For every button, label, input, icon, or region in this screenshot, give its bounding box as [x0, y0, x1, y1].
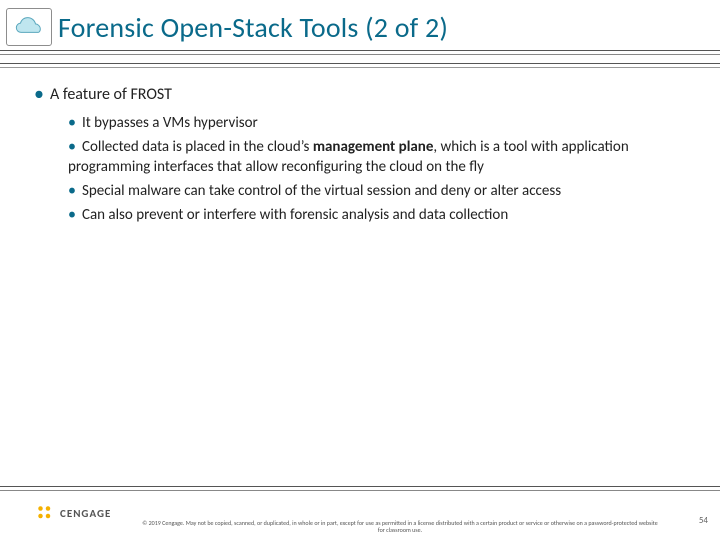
bullet-glyph: • — [34, 82, 44, 106]
brand-mark-icon — [36, 504, 54, 522]
slide-footer: CENGAGE © 2019 Cengage. May not be copie… — [0, 486, 720, 540]
item-text: It bypasses a VMs hypervisor — [82, 114, 258, 132]
brand-text: CENGAGE — [60, 507, 111, 520]
bullet-level2: • Can also prevent or interfere with fore… — [68, 205, 692, 225]
bullet-glyph: • — [68, 113, 76, 132]
bullet-level1: • A feature of FROST — [34, 81, 692, 107]
slide-header: Forensic Open-Stack Tools (2 of 2) — [0, 0, 720, 49]
header-rule-4 — [0, 67, 720, 68]
slide-title: Forensic Open-Stack Tools (2 of 2) — [58, 10, 702, 45]
brand: CENGAGE — [36, 504, 111, 522]
copyright-text: © 2019 Cengage. May not be copied, scann… — [140, 520, 660, 534]
bullet-level2: • It bypasses a VMs hypervisor — [68, 113, 692, 133]
footer-rule-1 — [0, 486, 720, 487]
bullet-level2: • Collected data is placed in the cloud’s… — [68, 137, 692, 177]
bullet-glyph: • — [68, 137, 76, 156]
header-rule-2 — [0, 54, 720, 55]
item-text-pre: Collected data is placed in the cloud’s — [82, 138, 313, 156]
footer-rule-2 — [0, 490, 720, 491]
feature-text: A feature of FROST — [50, 85, 172, 104]
item-text-bold: management plane — [313, 138, 434, 156]
bullet-glyph: • — [68, 181, 76, 200]
slide: Forensic Open-Stack Tools (2 of 2) • A fe… — [0, 0, 720, 540]
bullet-glyph: • — [68, 205, 76, 224]
item-text: Special malware can take control of the … — [82, 182, 561, 200]
cloud-icon — [6, 8, 52, 46]
item-text: Can also prevent or interfere with foren… — [82, 206, 508, 224]
header-rule-1 — [0, 50, 720, 51]
bullet-level2: • Special malware can take control of the… — [68, 181, 692, 201]
header-rule-3 — [0, 63, 720, 64]
slide-body: • A feature of FROST • It bypasses a VMs h… — [0, 49, 720, 226]
page-number: 54 — [699, 515, 708, 526]
